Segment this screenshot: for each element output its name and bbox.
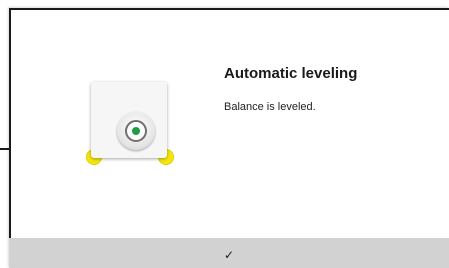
- level-balanced-icon: [80, 75, 180, 175]
- automatic-leveling-dialog: [9, 8, 449, 268]
- level-bubble-icon: [132, 127, 140, 135]
- screen: Automatic leveling Balance is leveled. ✓: [0, 0, 449, 268]
- checkmark-icon: ✓: [223, 248, 235, 262]
- dialog-title: Automatic leveling: [224, 65, 358, 82]
- balance-body-icon: [91, 82, 167, 158]
- confirm-button[interactable]: ✓: [9, 238, 449, 268]
- level-indicator-icon: [117, 112, 155, 150]
- dialog-message: Balance is leveled.: [224, 101, 316, 113]
- level-ring-icon: [125, 120, 147, 142]
